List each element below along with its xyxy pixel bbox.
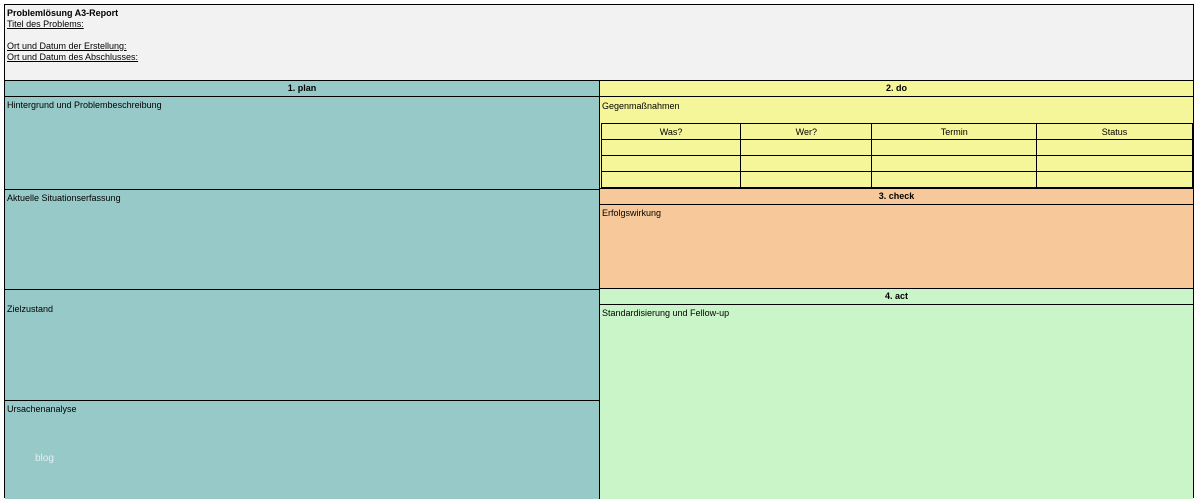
- table-cell[interactable]: [871, 139, 1038, 156]
- effect-label: Erfolgswirkung: [602, 208, 662, 218]
- table-header-row: Was? Wer? Termin Status: [600, 123, 1193, 140]
- countermeasures-label: Gegenmaßnahmen: [602, 101, 680, 111]
- countermeasures-table: Was? Wer? Termin Status: [600, 123, 1193, 188]
- a3-report-frame: Problemlösung A3-Report Titel des Proble…: [4, 4, 1194, 499]
- table-cell[interactable]: [740, 171, 873, 188]
- target-state-box[interactable]: Zielzustand: [5, 290, 599, 401]
- table-row: [600, 139, 1193, 156]
- current-state-label: Aktuelle Situationserfassung: [7, 193, 121, 203]
- check-section: 3. check Erfolgswirkung: [600, 189, 1193, 289]
- report-title: Problemlösung A3-Report: [7, 8, 119, 18]
- table-cell[interactable]: [1036, 171, 1193, 188]
- plan-section: 1. plan Hintergrund und Problembeschreib…: [5, 81, 600, 499]
- standardization-label: Standardisierung und Fellow-up: [602, 308, 730, 318]
- table-row: [600, 155, 1193, 172]
- closure-field[interactable]: Ort und Datum des Abschlusses:: [7, 52, 1191, 63]
- table-cell[interactable]: [740, 155, 873, 172]
- do-heading: 2. do: [600, 81, 1193, 97]
- table-cell[interactable]: [740, 139, 873, 156]
- plan-heading: 1. plan: [5, 81, 599, 97]
- table-cell[interactable]: [1036, 139, 1193, 156]
- problem-title-field[interactable]: Titel des Problems:: [7, 19, 1191, 30]
- standardization-box[interactable]: Standardisierung und Fellow-up: [602, 308, 1191, 493]
- col-who: Wer?: [740, 123, 873, 140]
- do-section: 2. do Gegenmaßnahmen Was? Wer? Termin St…: [600, 81, 1193, 189]
- background-label: Hintergrund und Problembeschreibung: [7, 100, 162, 110]
- watermark-text: blog: [35, 453, 54, 464]
- table-row: [600, 171, 1193, 188]
- table-cell[interactable]: [600, 171, 742, 188]
- effect-box[interactable]: Erfolgswirkung: [602, 208, 1191, 284]
- check-heading: 3. check: [600, 189, 1193, 205]
- act-section: 4. act Standardisierung und Fellow-up: [600, 289, 1193, 499]
- act-heading: 4. act: [600, 289, 1193, 305]
- root-cause-box[interactable]: Ursachenanalyse: [5, 401, 599, 499]
- target-state-label: Zielzustand: [7, 304, 54, 314]
- table-cell[interactable]: [871, 171, 1038, 188]
- current-state-box[interactable]: Aktuelle Situationserfassung: [5, 190, 599, 290]
- table-cell[interactable]: [871, 155, 1038, 172]
- col-status: Status: [1036, 123, 1193, 140]
- table-cell[interactable]: [600, 139, 742, 156]
- creation-field[interactable]: Ort und Datum der Erstellung:: [7, 41, 1191, 52]
- root-cause-label: Ursachenanalyse: [7, 404, 77, 414]
- table-cell[interactable]: [1036, 155, 1193, 172]
- col-date: Termin: [871, 123, 1038, 140]
- report-header: Problemlösung A3-Report Titel des Proble…: [5, 5, 1193, 81]
- col-what: Was?: [600, 123, 742, 140]
- table-cell[interactable]: [600, 155, 742, 172]
- background-box[interactable]: Hintergrund und Problembeschreibung: [5, 97, 599, 190]
